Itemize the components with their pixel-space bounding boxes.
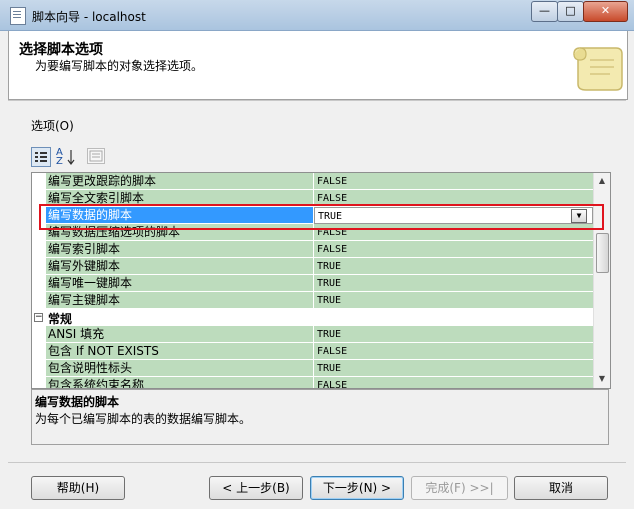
description-text: 为每个已编写脚本的表的数据编写脚本。 bbox=[35, 412, 252, 426]
cancel-button[interactable]: 取消 bbox=[514, 476, 608, 500]
grid-row[interactable]: 编写外键脚本 TRUE bbox=[32, 258, 593, 275]
maximize-button[interactable]: □ bbox=[557, 1, 584, 22]
scroll-up-icon[interactable]: ▲ bbox=[594, 173, 610, 189]
back-button[interactable]: < 上一步(B) bbox=[209, 476, 303, 500]
property-value[interactable]: FALSE bbox=[314, 377, 593, 388]
minimize-button[interactable]: — bbox=[531, 1, 558, 22]
property-value[interactable]: FALSE bbox=[314, 343, 593, 360]
collapse-toggle-icon[interactable]: − bbox=[34, 313, 43, 322]
next-button[interactable]: 下一步(N) > bbox=[310, 476, 404, 500]
grid-row[interactable]: 包含 If NOT EXISTS FALSE bbox=[32, 343, 593, 360]
window-title: 脚本向导 - localhost bbox=[32, 10, 146, 24]
property-value[interactable]: TRUE bbox=[314, 360, 593, 377]
categorized-button[interactable] bbox=[31, 147, 51, 167]
grid-row[interactable]: 编写索引脚本 FALSE bbox=[32, 241, 593, 258]
alphabetical-sort-icon[interactable]: AZ bbox=[56, 148, 63, 167]
footer-divider bbox=[8, 462, 626, 463]
grid-row[interactable]: 编写主键脚本 TRUE bbox=[32, 292, 593, 309]
page-title: 选择脚本选项 bbox=[19, 42, 103, 58]
property-pages-button[interactable] bbox=[87, 148, 105, 164]
grid-row[interactable]: 编写更改跟踪的脚本 FALSE bbox=[32, 173, 593, 190]
property-name: ANSI 填充 bbox=[46, 326, 313, 343]
property-value[interactable]: FALSE bbox=[314, 173, 593, 190]
document-icon bbox=[10, 7, 26, 25]
finish-button[interactable]: 完成(F) >>| bbox=[411, 476, 508, 500]
scrollbar-thumb[interactable] bbox=[596, 233, 609, 273]
grid-row[interactable]: 包含系统约束名称 FALSE bbox=[32, 377, 593, 388]
property-value[interactable]: TRUE bbox=[314, 275, 593, 292]
property-value[interactable]: TRUE bbox=[314, 258, 593, 275]
description-panel: 编写数据的脚本 为每个已编写脚本的表的数据编写脚本。 bbox=[31, 389, 609, 445]
description-title: 编写数据的脚本 bbox=[35, 395, 120, 409]
category-name: 常规 bbox=[48, 312, 73, 326]
property-name: 编写外键脚本 bbox=[46, 258, 313, 275]
wizard-window: 脚本向导 - localhost — □ ✕ 选择脚本选项 为要编写脚本的对象选… bbox=[0, 0, 634, 509]
property-name: 包含说明性标头 bbox=[46, 360, 313, 377]
scroll-icon bbox=[573, 47, 623, 91]
property-pages-icon bbox=[89, 150, 103, 162]
category-row-general[interactable]: − 常规 bbox=[32, 309, 593, 326]
property-name: 包含系统约束名称 bbox=[46, 377, 313, 388]
property-value[interactable]: TRUE bbox=[314, 326, 593, 343]
grid-row[interactable]: 包含说明性标头 TRUE bbox=[32, 360, 593, 377]
property-value[interactable]: TRUE bbox=[314, 292, 593, 309]
property-name: 编写索引脚本 bbox=[46, 241, 313, 258]
grid-row[interactable]: 编写唯一键脚本 TRUE bbox=[32, 275, 593, 292]
red-highlight-box bbox=[39, 204, 604, 230]
sort-arrow-icon bbox=[67, 150, 75, 165]
property-name: 编写主键脚本 bbox=[46, 292, 313, 309]
help-button[interactable]: 帮助(H) bbox=[31, 476, 125, 500]
categorized-icon bbox=[35, 152, 47, 162]
property-name: 编写更改跟踪的脚本 bbox=[46, 173, 313, 190]
property-name: 编写唯一键脚本 bbox=[46, 275, 313, 292]
scroll-down-icon[interactable]: ▼ bbox=[594, 371, 610, 387]
page-subtitle: 为要编写脚本的对象选择选项。 bbox=[35, 59, 204, 73]
options-label: 选项(O) bbox=[31, 119, 74, 133]
close-button[interactable]: ✕ bbox=[583, 1, 628, 22]
title-bar: 脚本向导 - localhost — □ ✕ bbox=[0, 0, 634, 31]
wizard-header: 选择脚本选项 为要编写脚本的对象选择选项。 bbox=[8, 31, 628, 100]
grid-row[interactable]: ANSI 填充 TRUE bbox=[32, 326, 593, 343]
property-value[interactable]: FALSE bbox=[314, 241, 593, 258]
property-name: 包含 If NOT EXISTS bbox=[46, 343, 313, 360]
header-divider bbox=[8, 100, 626, 101]
